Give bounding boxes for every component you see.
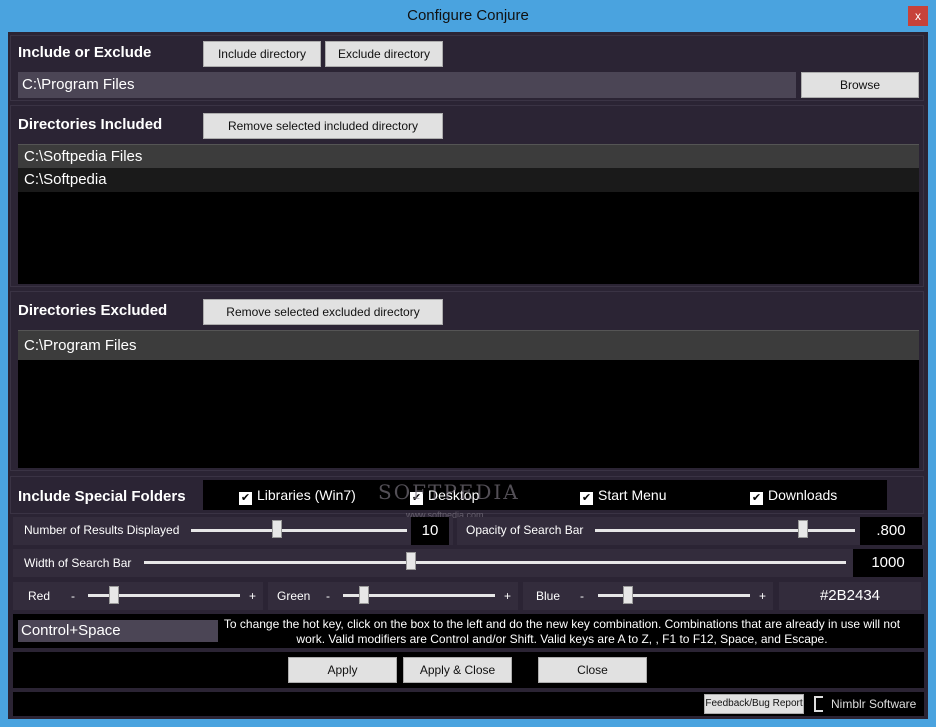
blue-minus[interactable]: -	[580, 589, 584, 603]
red-slider-thumb[interactable]	[108, 586, 119, 604]
green-label: Green	[277, 589, 311, 603]
checkbox-libraries[interactable]: ✔ Libraries (Win7)	[239, 487, 356, 505]
opacity-value: .800	[860, 517, 922, 545]
configure-window: Configure Conjure x Include or Exclude I…	[0, 0, 936, 727]
browse-button[interactable]: Browse	[801, 72, 919, 98]
include-directory-button[interactable]: Include directory	[203, 41, 321, 67]
blue-slider-track[interactable]	[598, 594, 750, 597]
blue-slider-thumb[interactable]	[623, 586, 634, 604]
results-value: 10	[411, 517, 449, 545]
green-plus[interactable]: +	[504, 589, 511, 603]
width-slider-thumb[interactable]	[405, 552, 416, 570]
results-slider-thumb[interactable]	[272, 520, 283, 538]
checkbox-label: Downloads	[768, 487, 838, 503]
blue-plus[interactable]: +	[759, 589, 766, 603]
remove-included-button[interactable]: Remove selected included directory	[203, 113, 443, 139]
list-item[interactable]: C:\Softpedia	[18, 168, 919, 192]
list-item[interactable]: C:\Softpedia Files	[18, 144, 919, 168]
checkbox-check-icon: ✔	[239, 492, 252, 505]
checkbox-check-icon: ✔	[580, 492, 593, 505]
exclude-directory-button[interactable]: Exclude directory	[325, 41, 443, 67]
hotkey-hint: To change the hot key, click on the box …	[223, 617, 901, 646]
watermark-logo: SOFTPEDIA	[378, 480, 520, 504]
apply-button[interactable]: Apply	[288, 657, 397, 683]
hotkey-input[interactable]: Control+Space	[18, 620, 218, 642]
checkbox-label: Start Menu	[598, 487, 667, 503]
opacity-slider-track[interactable]	[595, 529, 855, 532]
brand-label: Nimblr Software	[831, 697, 917, 711]
apply-close-button[interactable]: Apply & Close	[403, 657, 512, 683]
title-bar: Configure Conjure x	[0, 0, 936, 32]
nimblr-logo-icon	[814, 696, 823, 712]
list-item[interactable]: C:\Program Files	[18, 330, 919, 360]
checkbox-label: Libraries (Win7)	[257, 487, 356, 503]
opacity-slider-thumb[interactable]	[798, 520, 808, 538]
checkbox-start-menu[interactable]: ✔ Start Menu	[580, 487, 666, 505]
client-area: Include or Exclude Include directory Exc…	[8, 32, 928, 719]
included-list[interactable]: C:\Softpedia Files C:\Softpedia	[18, 144, 919, 284]
remove-excluded-button[interactable]: Remove selected excluded directory	[203, 299, 443, 325]
blue-label: Blue	[536, 589, 561, 603]
special-folders-checkboxes: ✔ Libraries (Win7) ✔ Desktop ✔ Start Menu ✔…	[203, 480, 887, 510]
width-label: Width of Search Bar	[24, 556, 132, 570]
excluded-list[interactable]: C:\Program Files	[18, 330, 919, 468]
included-title: Directories Included	[18, 116, 163, 133]
checkbox-check-icon: ✔	[750, 492, 763, 505]
red-plus[interactable]: +	[249, 589, 256, 603]
color-hex-value: #2B2434	[779, 582, 921, 610]
include-exclude-title: Include or Exclude	[18, 44, 152, 61]
width-value: 1000	[853, 549, 923, 577]
special-folders-title: Include Special Folders	[18, 488, 186, 505]
red-minus[interactable]: -	[71, 589, 75, 603]
results-slider-track[interactable]	[191, 529, 407, 532]
excluded-title: Directories Excluded	[18, 302, 168, 319]
window-title: Configure Conjure	[407, 7, 529, 24]
opacity-label: Opacity of Search Bar	[466, 523, 584, 537]
green-slider-thumb[interactable]	[359, 586, 370, 604]
results-label: Number of Results Displayed	[24, 523, 180, 537]
close-button[interactable]: Close	[538, 657, 647, 683]
close-icon[interactable]: x	[908, 6, 928, 26]
feedback-button[interactable]: Feedback/Bug Report	[704, 694, 804, 714]
green-minus[interactable]: -	[326, 589, 330, 603]
width-slider-track[interactable]	[144, 561, 846, 564]
checkbox-downloads[interactable]: ✔ Downloads	[750, 487, 837, 505]
red-label: Red	[28, 589, 51, 603]
path-input[interactable]: C:\Program Files	[18, 72, 796, 98]
